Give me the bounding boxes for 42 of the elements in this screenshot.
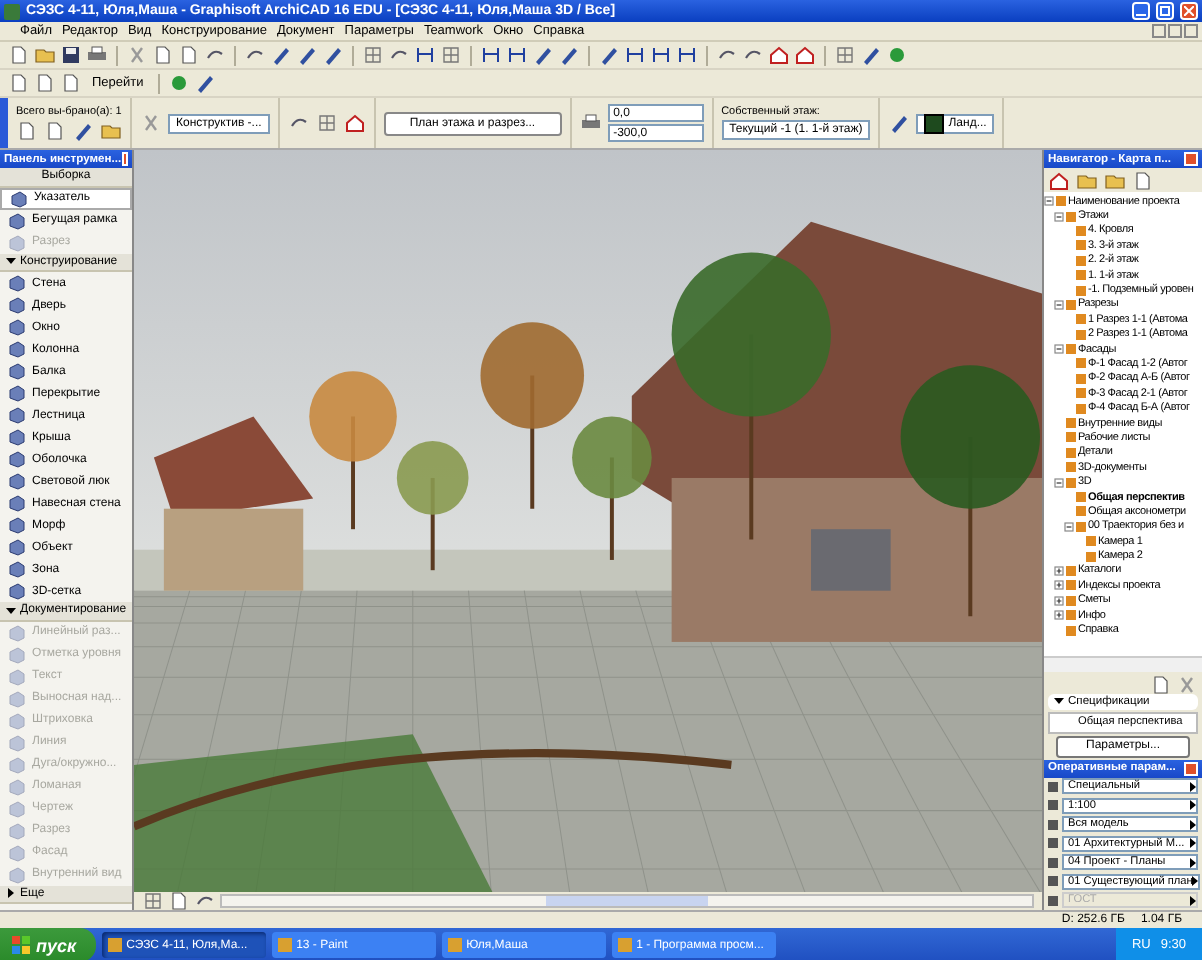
horizontal-scrollbar[interactable] xyxy=(1044,655,1202,671)
pencil-icon[interactable] xyxy=(322,44,344,66)
new-file-icon[interactable] xyxy=(8,44,30,66)
expand-icon[interactable] xyxy=(1054,580,1064,591)
cut-icon[interactable] xyxy=(126,44,148,66)
print-icon[interactable] xyxy=(86,44,108,66)
triangle-icon xyxy=(6,605,16,616)
house-icon[interactable] xyxy=(768,44,790,66)
save-icon[interactable] xyxy=(60,44,82,66)
ball-icon[interactable] xyxy=(886,44,908,66)
triangle-icon xyxy=(1054,696,1064,706)
polygon-icon[interactable] xyxy=(343,112,366,134)
collapse-icon[interactable] xyxy=(1044,196,1054,207)
collapse-icon[interactable] xyxy=(1054,477,1064,488)
collapse-icon[interactable] xyxy=(1054,211,1064,222)
windows-logo-icon xyxy=(12,936,30,954)
close-icon xyxy=(1184,6,1194,16)
close-icon[interactable] xyxy=(1176,673,1198,695)
expand-icon[interactable] xyxy=(1054,610,1064,621)
triangle-icon xyxy=(6,256,16,267)
app-icon xyxy=(278,938,293,952)
app-icon xyxy=(4,3,20,19)
app-icon xyxy=(618,938,633,952)
maximize-button[interactable] xyxy=(1156,2,1174,20)
collapse-icon[interactable] xyxy=(1054,344,1064,355)
app-icon xyxy=(448,938,463,952)
triangle-icon xyxy=(6,888,16,899)
horizontal-scrollbar[interactable] xyxy=(220,894,1034,908)
close-button[interactable] xyxy=(1184,24,1198,38)
material-swatch xyxy=(924,113,945,133)
start-button[interactable]: пуск xyxy=(0,928,97,960)
info-box-handle[interactable] xyxy=(0,98,8,148)
expand-icon[interactable] xyxy=(1054,565,1064,576)
roof-icon[interactable] xyxy=(794,44,816,66)
minimize-button[interactable] xyxy=(1152,24,1166,38)
collapse-icon[interactable] xyxy=(1064,521,1074,532)
expand-icon[interactable] xyxy=(1054,595,1064,606)
restore-button[interactable] xyxy=(1168,24,1182,38)
grid-icon[interactable] xyxy=(362,44,384,66)
collapse-icon[interactable] xyxy=(1054,299,1064,310)
maximize-icon xyxy=(1160,6,1170,16)
app-icon xyxy=(108,938,123,952)
